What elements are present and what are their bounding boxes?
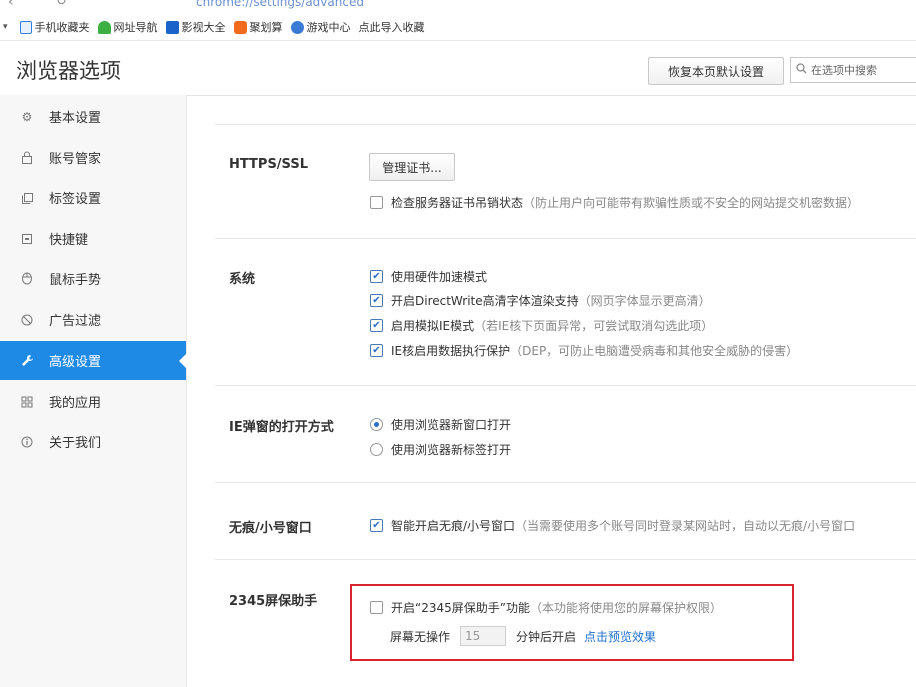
apps-icon [20,395,34,409]
settings-content: HTTPS/SSL 管理证书... 检查服务器证书吊销状态 （防止用户向可能带有… [187,96,916,687]
info-icon [20,435,34,449]
settings-search[interactable] [790,57,916,83]
section-title-screensaver: 2345屏保助手 [229,594,318,609]
popup-new-window-row[interactable]: 使用浏览器新窗口打开 [370,416,511,433]
section-title-https: HTTPS/SSL [229,157,308,172]
divider [215,559,916,560]
highlight-box [350,584,794,661]
wrench-icon [20,354,34,368]
bookmarks-bar: ▾ 手机收藏夹 网址导航 影视大全 聚划算 游戏中心 点此导入收藏 [0,14,916,41]
divider [215,385,916,386]
sidebar-item-tabs[interactable]: 标签设置 [0,178,186,217]
hardware-accel-checkbox[interactable]: ✔ [370,270,383,283]
popup-new-tab-radio[interactable] [370,443,383,456]
address-bar[interactable]: ‹ ↻ chrome://settings/advanced [0,0,916,14]
search-input[interactable] [807,63,911,77]
page-header: 浏览器选项 恢复本页默认设置 [0,41,916,96]
sidebar-item-accounts[interactable]: 账号管家 [0,138,186,177]
smart-incognito-row[interactable]: ✔ 智能开启无痕/小号窗口 （当需要使用多个账号同时登录某网站时，自动以无痕/小… [370,517,855,534]
refresh-icon[interactable]: ↻ [56,0,67,9]
section-title-incognito: 无痕/小号窗口 [229,521,312,536]
hardware-accel-row[interactable]: ✔ 使用硬件加速模式 [370,268,487,285]
divider [215,124,916,125]
section-title-system: 系统 [229,272,256,287]
dep-row[interactable]: ✔ IE核启用数据执行保护 （DEP，可防止电脑遭受病毒和其他安全威胁的侵害） [370,342,798,359]
ie-emulation-checkbox[interactable]: ✔ [370,319,383,332]
juhuasuan-icon [233,20,247,34]
restore-defaults-button[interactable]: 恢复本页默认设置 [648,57,784,85]
sidebar-item-ad-filter[interactable]: 广告过滤 [0,300,186,339]
sidebar-item-basic[interactable]: ⚙ 基本设置 [0,97,186,136]
bookmark-game[interactable]: 游戏中心 [290,19,351,35]
mobile-bookmark-icon [19,20,32,34]
sidebar-item-mouse-gestures[interactable]: 鼠标手势 [0,259,186,298]
directwrite-row[interactable]: ✔ 开启DirectWrite高清字体渲染支持 （网页字体显示更高清） [370,292,711,309]
directwrite-checkbox[interactable]: ✔ [370,294,383,307]
check-revocation-row[interactable]: 检查服务器证书吊销状态 （防止用户向可能带有欺骗性质或不安全的网站提交机密数据） [370,194,859,211]
nav-icon [97,20,111,34]
block-icon [20,313,34,327]
screensaver-enable-checkbox[interactable] [370,601,383,614]
screensaver-idle-row: 屏幕无操作 15 分钟后开启 点击预览效果 [390,626,656,646]
popup-new-window-radio[interactable] [370,418,383,431]
check-revocation-checkbox[interactable] [370,196,383,209]
bookmark-mobile[interactable]: 手机收藏夹 [19,19,90,35]
bookmark-nav[interactable]: 网址导航 [97,19,158,35]
sidebar: ⚙ 基本设置 账号管家 标签设置 快捷键 鼠标手势 广告过滤 高级设置 我的应用… [0,95,187,687]
divider [215,482,916,483]
gear-icon: ⚙ [21,109,33,124]
page-title: 浏览器选项 [16,59,121,83]
screensaver-enable-row[interactable]: 开启“2345屏保助手”功能 （本功能将使用您的屏幕保护权限） [370,599,722,616]
sidebar-item-advanced[interactable]: 高级设置 [0,341,187,380]
tabs-icon [20,191,34,205]
search-icon [796,63,807,77]
divider [215,238,916,239]
bookmark-juhuasuan[interactable]: 聚划算 [233,19,283,35]
bookmarks-overflow-icon[interactable]: ▾ [3,22,8,32]
manage-certificates-button[interactable]: 管理证书... [369,153,455,181]
mouse-icon [20,272,34,286]
sidebar-item-about[interactable]: 关于我们 [0,422,186,461]
url-text[interactable]: chrome://settings/advanced [196,0,364,9]
ie-emulation-row[interactable]: ✔ 启用模拟IE模式 （若IE核下页面异常，可尝试取消勾选此项） [370,317,713,334]
back-icon[interactable]: ‹ [8,0,14,10]
sidebar-item-shortcuts[interactable]: 快捷键 [0,219,186,258]
keyboard-icon [20,232,34,246]
popup-new-tab-row[interactable]: 使用浏览器新标签打开 [370,441,511,458]
preview-link[interactable]: 点击预览效果 [584,628,656,645]
dep-checkbox[interactable]: ✔ [370,344,383,357]
idle-minutes-input[interactable]: 15 [460,626,507,646]
sidebar-item-my-apps[interactable]: 我的应用 [0,382,186,421]
lock-icon [20,151,34,165]
bookmark-import[interactable]: 点此导入收藏 [359,19,425,35]
game-icon [290,20,304,34]
smart-incognito-checkbox[interactable]: ✔ [370,519,383,532]
section-title-ie-popup: IE弹窗的打开方式 [229,420,334,435]
bookmark-video[interactable]: 影视大全 [165,19,226,35]
video-icon [165,20,179,34]
